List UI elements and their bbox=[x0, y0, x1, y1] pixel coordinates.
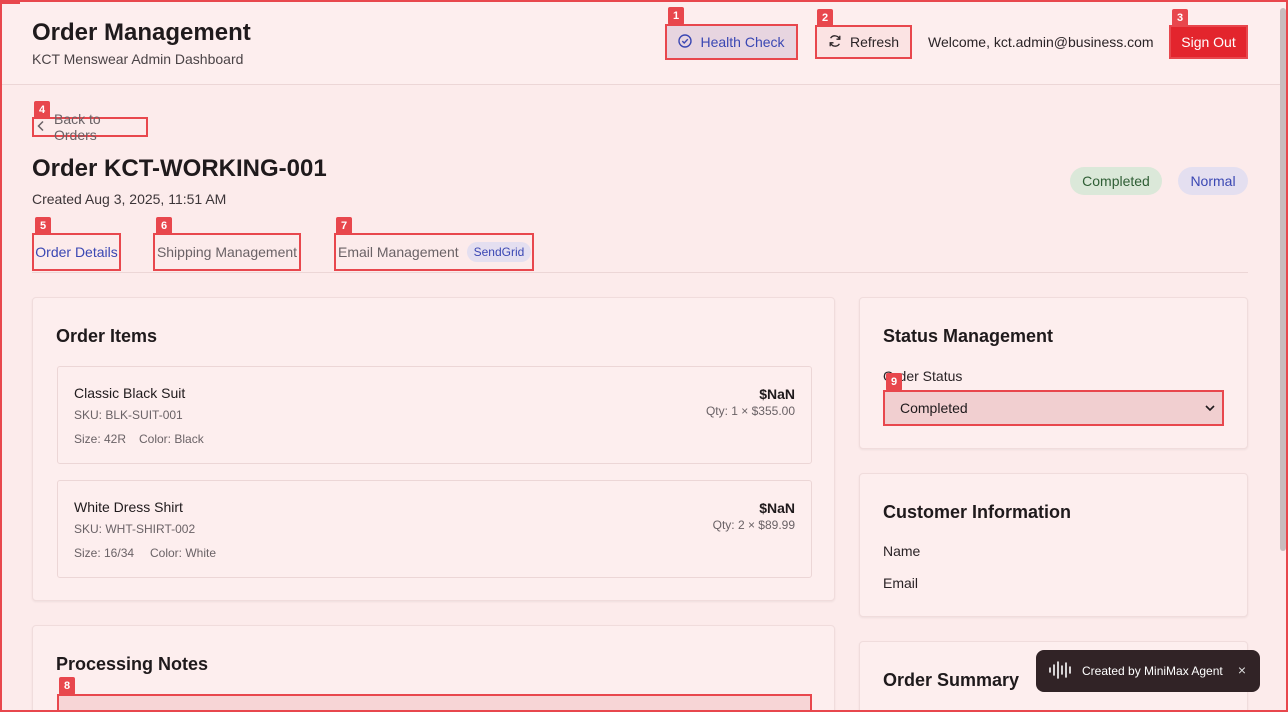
health-check-button[interactable]: Health Check bbox=[665, 24, 798, 60]
item-size: Size: 16/34 bbox=[74, 546, 135, 560]
tab-order-details[interactable]: Order Details bbox=[32, 233, 121, 271]
order-status-select[interactable]: Completed bbox=[883, 390, 1224, 426]
order-title: Order KCT-WORKING-001 bbox=[32, 155, 327, 182]
tab-shipping-management[interactable]: Shipping Management bbox=[153, 233, 301, 271]
refresh-icon bbox=[828, 34, 842, 51]
order-created-date: Created Aug 3, 2025, 11:51 AM bbox=[32, 191, 227, 207]
marker-6: 6 bbox=[156, 217, 173, 235]
priority-badge: Normal bbox=[1178, 167, 1248, 195]
processing-notes-input[interactable]: Add processing notes... bbox=[57, 694, 812, 712]
marker-8: 8 bbox=[59, 677, 76, 695]
item-price: $NaN bbox=[759, 386, 795, 402]
frame-corner bbox=[0, 0, 20, 4]
welcome-text: Welcome, kct.admin@business.com bbox=[928, 34, 1154, 50]
waveform-icon bbox=[1048, 660, 1074, 683]
status-management-card: Status Management Order Status Completed bbox=[859, 297, 1248, 449]
refresh-label: Refresh bbox=[849, 34, 900, 50]
order-status-value: Completed bbox=[900, 400, 968, 416]
marker-2: 2 bbox=[817, 9, 834, 27]
marker-3: 3 bbox=[1172, 9, 1189, 27]
back-to-orders-link[interactable]: Back to Orders bbox=[32, 111, 148, 143]
marker-1: 1 bbox=[668, 7, 685, 25]
sendgrid-badge: SendGrid bbox=[466, 242, 532, 262]
app-subtitle: KCT Menswear Admin Dashboard bbox=[32, 51, 244, 67]
scrollbar-thumb[interactable] bbox=[1280, 8, 1286, 551]
refresh-button[interactable]: Refresh bbox=[815, 25, 912, 59]
customer-email-label: Email bbox=[883, 575, 919, 591]
item-color: Color: White bbox=[150, 546, 217, 560]
item-sku: SKU: WHT-SHIRT-002 bbox=[74, 522, 196, 536]
tabs-divider bbox=[32, 272, 1248, 273]
order-summary-title: Order Summary bbox=[883, 670, 1020, 690]
marker-9: 9 bbox=[886, 373, 903, 391]
marker-4: 4 bbox=[34, 101, 51, 119]
back-label: Back to Orders bbox=[54, 111, 101, 143]
marker-7: 7 bbox=[336, 217, 353, 235]
customer-name-label: Name bbox=[883, 543, 921, 559]
order-item: Classic Black Suit SKU: BLK-SUIT-001 Siz… bbox=[57, 366, 812, 464]
customer-information-card: Customer Information Name Email bbox=[859, 473, 1248, 617]
close-icon[interactable]: × bbox=[1238, 662, 1246, 678]
tab-email-label: Email Management bbox=[338, 244, 459, 260]
order-item: White Dress Shirt SKU: WHT-SHIRT-002 Siz… bbox=[57, 480, 812, 578]
order-items-card: Order Items Classic Black Suit SKU: BLK-… bbox=[32, 297, 835, 601]
item-color: Color: Black bbox=[139, 432, 204, 446]
marker-5: 5 bbox=[35, 217, 52, 235]
chevron-down-icon bbox=[1204, 401, 1216, 417]
toast-text: Created by MiniMax Agent bbox=[1082, 664, 1223, 678]
processing-notes-title: Processing Notes bbox=[56, 654, 209, 674]
customer-information-title: Customer Information bbox=[883, 502, 1072, 522]
tab-email-management[interactable]: Email Management SendGrid bbox=[334, 233, 534, 271]
app-title: Order Management bbox=[32, 19, 251, 46]
item-qty: Qty: 2 × $89.99 bbox=[712, 518, 795, 532]
minimax-agent-toast: Created by MiniMax Agent × bbox=[1036, 650, 1260, 692]
check-circle-icon bbox=[678, 33, 693, 51]
item-price: $NaN bbox=[759, 500, 795, 516]
item-size: Size: 42R bbox=[74, 432, 127, 446]
status-badge: Completed bbox=[1070, 167, 1162, 195]
item-qty: Qty: 1 × $355.00 bbox=[705, 404, 795, 418]
item-sku: SKU: BLK-SUIT-001 bbox=[74, 408, 183, 422]
health-check-label: Health Check bbox=[700, 34, 785, 50]
item-name: Classic Black Suit bbox=[74, 385, 186, 401]
chevron-left-icon bbox=[36, 119, 46, 135]
processing-notes-card: Processing Notes Add processing notes... bbox=[32, 625, 835, 712]
status-management-title: Status Management bbox=[883, 326, 1054, 346]
sign-out-button[interactable]: Sign Out bbox=[1169, 25, 1248, 59]
order-items-title: Order Items bbox=[56, 326, 158, 346]
item-name: White Dress Shirt bbox=[74, 499, 183, 515]
